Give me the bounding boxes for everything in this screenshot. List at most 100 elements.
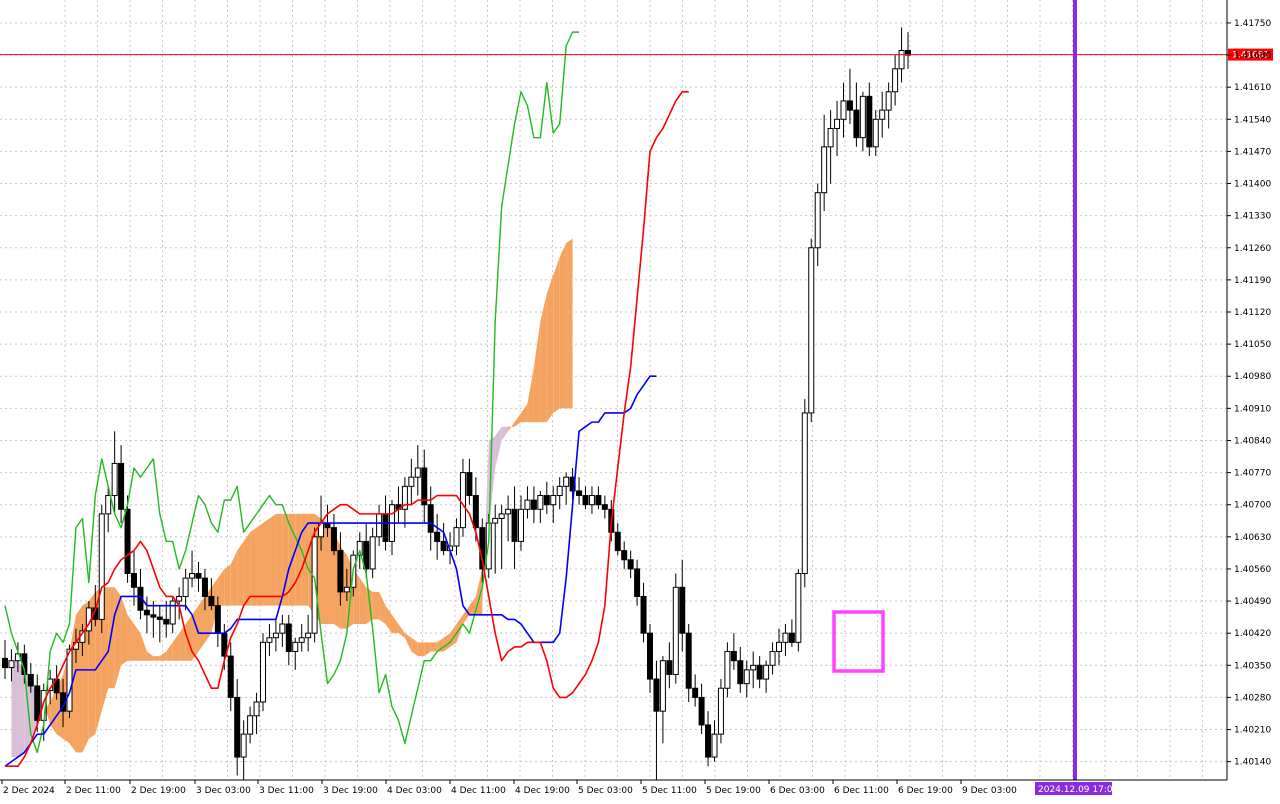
- bear-candle[interactable]: [434, 531, 441, 542]
- bear-candle[interactable]: [472, 495, 479, 529]
- bear-candle[interactable]: [756, 664, 763, 680]
- price-chart[interactable]: 1.41681 1.41750 1.41680 1.41610 1.41540 1.41…: [0, 0, 1280, 800]
- bear-candle[interactable]: [285, 623, 292, 653]
- bull-candle[interactable]: [827, 127, 834, 148]
- bull-candle[interactable]: [376, 513, 383, 538]
- bull-candle[interactable]: [408, 476, 415, 487]
- bull-candle[interactable]: [305, 632, 312, 639]
- bear-candle[interactable]: [614, 531, 621, 552]
- bull-candle[interactable]: [292, 641, 299, 653]
- bull-candle[interactable]: [537, 495, 544, 510]
- bear-candle[interactable]: [576, 490, 583, 497]
- bull-candle[interactable]: [840, 100, 847, 120]
- bear-candle[interactable]: [27, 673, 34, 687]
- bear-candle[interactable]: [382, 513, 389, 542]
- bear-candle[interactable]: [330, 527, 337, 552]
- bull-candle[interactable]: [659, 660, 666, 712]
- bull-candle[interactable]: [769, 651, 776, 666]
- bear-candle[interactable]: [466, 472, 473, 497]
- bear-candle[interactable]: [227, 655, 234, 698]
- bull-candle[interactable]: [369, 536, 376, 570]
- bear-candle[interactable]: [214, 605, 221, 634]
- bear-candle[interactable]: [421, 467, 428, 506]
- bull-candle[interactable]: [98, 513, 105, 620]
- bull-candle[interactable]: [795, 573, 802, 643]
- bull-candle[interactable]: [253, 701, 260, 717]
- bull-candle[interactable]: [885, 91, 892, 111]
- bear-candle[interactable]: [582, 495, 589, 506]
- bear-candle[interactable]: [866, 95, 873, 148]
- bull-candle[interactable]: [711, 733, 718, 758]
- bear-candle[interactable]: [543, 495, 550, 506]
- bear-candle[interactable]: [666, 660, 673, 675]
- bear-candle[interactable]: [634, 568, 641, 597]
- bull-candle[interactable]: [111, 462, 118, 497]
- bull-candle[interactable]: [717, 687, 724, 735]
- bull-candle[interactable]: [505, 508, 512, 515]
- bear-candle[interactable]: [34, 685, 41, 721]
- bull-candle[interactable]: [750, 664, 757, 671]
- bull-candle[interactable]: [311, 536, 318, 634]
- bull-candle[interactable]: [518, 508, 524, 542]
- bull-candle[interactable]: [524, 499, 531, 510]
- bull-candle[interactable]: [266, 637, 273, 643]
- bear-candle[interactable]: [698, 696, 705, 726]
- bear-candle[interactable]: [234, 696, 241, 758]
- bear-candle[interactable]: [427, 504, 434, 533]
- bear-candle[interactable]: [685, 632, 692, 689]
- bear-candle[interactable]: [143, 609, 150, 616]
- bear-candle[interactable]: [195, 573, 202, 579]
- bear-candle[interactable]: [118, 462, 125, 510]
- bear-candle[interactable]: [163, 618, 170, 625]
- bull-candle[interactable]: [859, 95, 866, 139]
- bull-candle[interactable]: [66, 648, 73, 712]
- bear-candle[interactable]: [2, 657, 8, 669]
- bear-candle[interactable]: [150, 614, 157, 618]
- bear-candle[interactable]: [640, 595, 647, 634]
- bull-candle[interactable]: [247, 715, 254, 735]
- bull-candle[interactable]: [550, 495, 557, 506]
- bear-candle[interactable]: [131, 573, 137, 588]
- bull-candle[interactable]: [169, 600, 176, 625]
- bull-candle[interactable]: [782, 632, 789, 643]
- bull-candle[interactable]: [298, 637, 305, 643]
- bull-candle[interactable]: [872, 118, 879, 148]
- bull-candle[interactable]: [279, 623, 286, 634]
- bear-candle[interactable]: [853, 109, 860, 139]
- bull-candle[interactable]: [743, 669, 750, 685]
- bull-candle[interactable]: [898, 49, 905, 70]
- bull-candle[interactable]: [814, 192, 821, 249]
- bear-candle[interactable]: [208, 595, 215, 607]
- bear-candle[interactable]: [337, 550, 344, 593]
- bear-candle[interactable]: [601, 504, 608, 510]
- bear-candle[interactable]: [621, 550, 628, 561]
- bull-candle[interactable]: [105, 495, 112, 515]
- bull-candle[interactable]: [672, 586, 679, 675]
- bull-candle[interactable]: [724, 651, 731, 689]
- bull-candle[interactable]: [821, 146, 828, 194]
- bull-candle[interactable]: [453, 527, 460, 547]
- bear-candle[interactable]: [737, 660, 744, 685]
- bull-candle[interactable]: [492, 517, 499, 524]
- bear-candle[interactable]: [511, 508, 518, 542]
- bull-candle[interactable]: [272, 632, 279, 639]
- bull-candle[interactable]: [776, 641, 782, 653]
- bear-candle[interactable]: [124, 508, 131, 575]
- bull-candle[interactable]: [240, 733, 247, 758]
- bull-candle[interactable]: [8, 660, 15, 669]
- bear-candle[interactable]: [846, 100, 853, 111]
- bear-candle[interactable]: [627, 559, 634, 570]
- bear-candle[interactable]: [788, 632, 795, 643]
- bear-candle[interactable]: [730, 651, 737, 662]
- bear-candle[interactable]: [679, 586, 686, 634]
- bear-candle[interactable]: [530, 499, 537, 510]
- bull-candle[interactable]: [763, 664, 770, 680]
- bull-candle[interactable]: [892, 68, 899, 93]
- bear-candle[interactable]: [705, 724, 712, 758]
- bull-candle[interactable]: [563, 476, 570, 487]
- bear-candle[interactable]: [647, 632, 653, 680]
- bear-candle[interactable]: [156, 616, 163, 620]
- bull-candle[interactable]: [808, 247, 815, 414]
- bull-candle[interactable]: [414, 467, 421, 478]
- bear-candle[interactable]: [595, 495, 602, 506]
